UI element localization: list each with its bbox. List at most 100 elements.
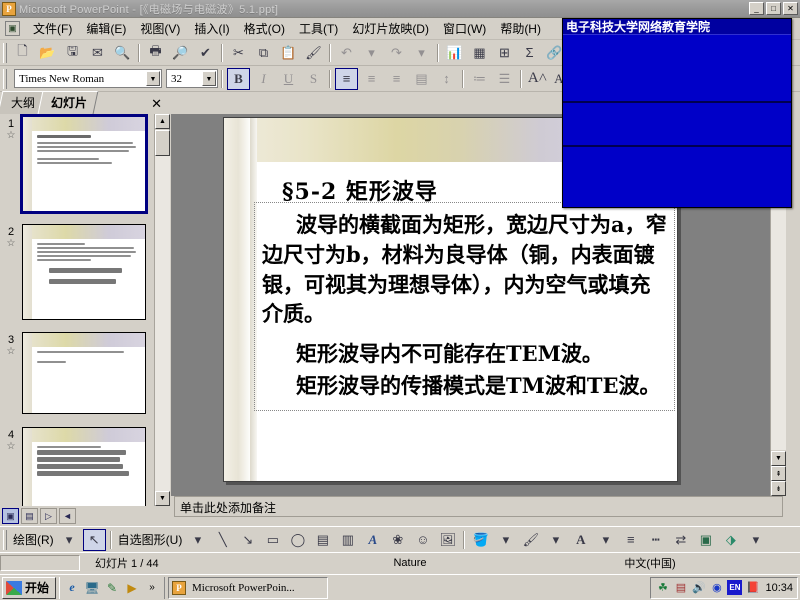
previous-slide-button[interactable]: ⇞ [771, 466, 786, 481]
fill-color-icon[interactable]: 🪣 [469, 529, 492, 551]
draw-menu-button[interactable]: 绘图(R) [10, 531, 57, 548]
input-language-icon[interactable]: EN [727, 580, 743, 595]
paste-icon[interactable]: 📋 [277, 42, 300, 64]
insert-table-icon[interactable]: ▦ [468, 42, 491, 64]
menu-item-window[interactable]: 窗口(W) [436, 18, 493, 39]
chevron-down-icon[interactable]: ▾ [544, 529, 567, 551]
shadow-button[interactable]: S [302, 68, 325, 90]
undo-icon[interactable]: ↶ [335, 42, 358, 64]
scroll-thumb[interactable] [155, 130, 170, 156]
list-item[interactable]: 2 ☆ [0, 224, 154, 320]
transition-star-icon[interactable]: ☆ [0, 441, 22, 452]
line-spacing-button[interactable]: ↕ [435, 68, 458, 90]
ime-toolbar-icon[interactable]: 📕 [745, 580, 760, 595]
bulleted-list-button[interactable]: ☰ [493, 68, 516, 90]
antivirus-icon[interactable]: ☘ [655, 580, 670, 595]
shadow-style-icon[interactable]: ▣ [694, 529, 717, 551]
insert-chart-icon[interactable]: 📊 [443, 42, 466, 64]
spelling-check-icon[interactable]: ✔ [194, 42, 217, 64]
chevron-down-icon[interactable]: ▾ [494, 529, 517, 551]
overlay-window[interactable]: 电子科技大学网络教育学院 [562, 18, 792, 208]
3d-style-icon[interactable]: ⬗ [719, 529, 742, 551]
toolbar-grip[interactable] [3, 42, 7, 63]
slide-sorter-view-button[interactable]: ▤ [21, 508, 38, 524]
chevron-down-icon[interactable]: ▼ [146, 71, 160, 86]
menu-item-file[interactable]: 文件(F) [26, 18, 79, 39]
slide-thumbnail-4[interactable] [22, 427, 146, 506]
chevron-down-icon[interactable]: ▾ [744, 529, 767, 551]
outlook-express-icon[interactable]: ✎ [103, 579, 121, 597]
transition-star-icon[interactable]: ☆ [0, 346, 22, 357]
taskbar-clock[interactable]: 10:34 [763, 582, 793, 594]
close-button[interactable]: ✕ [783, 2, 798, 15]
slide-show-button[interactable]: ▷ [40, 508, 57, 524]
start-button[interactable]: 开始 [2, 576, 57, 599]
arrow-icon[interactable]: ↘ [236, 529, 259, 551]
list-item[interactable]: 4 ☆ [0, 427, 154, 506]
search-icon[interactable]: 🔍 [111, 42, 134, 64]
align-left-button[interactable]: ≡ [335, 67, 358, 90]
scroll-up-button[interactable]: ▲ [155, 114, 170, 129]
text-box-icon[interactable]: ▤ [311, 529, 334, 551]
cut-icon[interactable]: ✂ [227, 42, 250, 64]
rectangle-icon[interactable]: ▭ [261, 529, 284, 551]
chevron-down-icon[interactable]: ▾ [594, 529, 617, 551]
slide-thumbnail-2[interactable] [22, 224, 146, 320]
autosum-icon[interactable]: Σ [518, 42, 541, 64]
insert-clipart-icon[interactable]: ☺ [411, 529, 434, 551]
slide-body-text[interactable]: 波导的横截面为矩形，宽边尺寸为a，窄边尺寸为b，材料为良导体（铜，内表面镀银，可… [262, 210, 669, 403]
redo-icon[interactable]: ↷ [385, 42, 408, 64]
quick-launch-overflow-icon[interactable]: » [143, 579, 161, 597]
chevron-down-icon[interactable]: ▾ [186, 529, 209, 551]
scroll-track[interactable] [155, 145, 170, 491]
toolbar-grip[interactable] [3, 68, 7, 89]
increase-font-button[interactable]: A˄ [526, 68, 549, 90]
italic-button[interactable]: I [252, 68, 275, 90]
status-design-template[interactable]: Nature [260, 555, 560, 571]
align-right-button[interactable]: ≡ [385, 68, 408, 90]
media-tray-icon[interactable]: ◉ [709, 580, 724, 595]
oval-icon[interactable]: ◯ [286, 529, 309, 551]
show-desktop-icon[interactable]: 🖥 [83, 579, 101, 597]
scroll-down-button[interactable]: ▼ [771, 451, 786, 466]
underline-button[interactable]: U [277, 68, 300, 90]
justify-button[interactable]: ▤ [410, 68, 433, 90]
insert-wordart-icon[interactable]: A [361, 529, 384, 551]
notes-placeholder[interactable]: 单击此处添加备注 [174, 496, 783, 517]
undo-dropdown-icon[interactable]: ▾ [360, 42, 383, 64]
tab-slides[interactable]: 幻灯片 [37, 91, 99, 114]
bold-button[interactable]: B [227, 67, 250, 90]
slide-thumbnail-1[interactable] [20, 114, 148, 214]
select-objects-icon[interactable]: ↖ [82, 528, 106, 551]
usb-device-icon[interactable]: ▤ [673, 580, 688, 595]
menu-item-insert[interactable]: 插入(I) [187, 18, 236, 39]
transition-star-icon[interactable]: ☆ [0, 130, 22, 141]
slides-thumbnail-list[interactable]: 1 ☆ 2 ☆ 3 ☆ 4 ☆ [0, 114, 154, 506]
copy-icon[interactable]: ⧉ [252, 42, 275, 64]
vertical-text-box-icon[interactable]: ▥ [336, 529, 359, 551]
menu-item-view[interactable]: 视图(V) [133, 18, 187, 39]
menu-item-slideshow[interactable]: 幻灯片放映(D) [345, 18, 436, 39]
maximize-button[interactable]: □ [766, 2, 781, 15]
slide-thumbnail-3[interactable] [22, 332, 146, 414]
scroll-down-button[interactable]: ▼ [155, 491, 170, 506]
arrow-style-icon[interactable]: ⇄ [669, 529, 692, 551]
insert-picture-icon[interactable]: 🖼 [436, 529, 459, 551]
line-style-icon[interactable]: ≡ [619, 529, 642, 551]
dash-style-icon[interactable]: ┅ [644, 529, 667, 551]
close-pane-icon[interactable]: ✕ [151, 96, 170, 114]
menu-item-format[interactable]: 格式(O) [237, 18, 292, 39]
save-icon[interactable]: 🖫 [61, 42, 84, 64]
chevron-down-icon[interactable]: ▾ [58, 529, 81, 551]
font-color-icon[interactable]: A [569, 529, 592, 551]
email-icon[interactable]: ✉ [86, 42, 109, 64]
align-center-button[interactable]: ≡ [360, 68, 383, 90]
minimize-button[interactable]: _ [749, 2, 764, 15]
redo-dropdown-icon[interactable]: ▾ [410, 42, 433, 64]
chevron-down-icon[interactable]: ▼ [202, 71, 216, 86]
open-folder-icon[interactable]: 📂 [36, 42, 59, 64]
status-language[interactable]: 中文(中国) [560, 555, 740, 571]
thumbnail-scrollbar[interactable]: ▲ ▼ [154, 114, 170, 506]
menu-item-edit[interactable]: 编辑(E) [79, 18, 133, 39]
volume-icon[interactable]: 🔊 [691, 580, 706, 595]
